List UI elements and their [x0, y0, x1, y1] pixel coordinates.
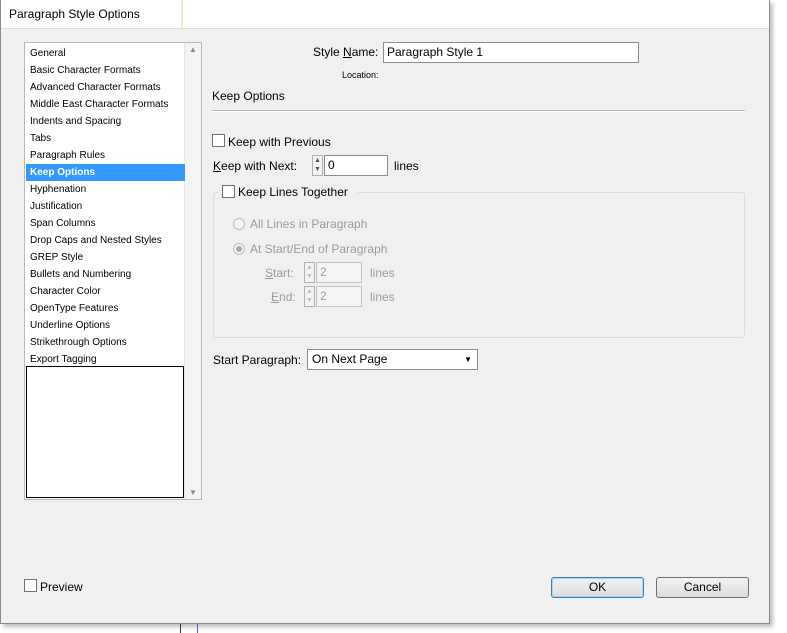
sidebar-item[interactable]: OpenType Features — [26, 300, 185, 317]
sidebar-item[interactable]: Paragraph Rules — [26, 147, 185, 164]
sidebar-item[interactable]: Export Tagging — [26, 351, 185, 368]
sidebar-item[interactable]: Tabs — [26, 130, 185, 147]
keep-with-previous-label: Keep with Previous — [228, 135, 331, 149]
ok-button[interactable]: OK — [551, 577, 644, 598]
sidebar-item[interactable]: Basic Character Formats — [26, 62, 185, 79]
stepper-up-icon[interactable]: ▲ — [306, 264, 313, 272]
keep-with-next-input[interactable]: 0 — [324, 155, 388, 176]
category-list: ▲ ▼ General Basic Character Formats Advanc… — [24, 42, 202, 500]
sidebar-item[interactable]: Span Columns — [26, 215, 185, 232]
scroll-up-icon[interactable]: ▲ — [189, 45, 197, 54]
end-unit: lines — [370, 290, 395, 304]
stepper-up-icon[interactable]: ▲ — [306, 288, 313, 296]
title-bar[interactable]: Paragraph Style Options — [1, 0, 769, 29]
stepper-up-icon[interactable]: ▲ — [314, 157, 321, 165]
sidebar-item[interactable]: Keep Options — [26, 164, 185, 181]
keep-with-next-unit: lines — [394, 159, 419, 173]
keep-with-next-stepper[interactable]: ▲ ▼ — [312, 155, 323, 176]
start-paragraph-select[interactable]: On Next Page ▼ — [307, 349, 478, 370]
start-unit: lines — [370, 266, 395, 280]
list-empty-area — [26, 366, 184, 498]
style-name-label: Style Name: — [313, 45, 379, 59]
keep-lines-together-checkbox[interactable] — [222, 185, 235, 198]
start-input[interactable]: 2 — [316, 262, 362, 283]
keep-lines-together-group — [213, 192, 745, 338]
start-paragraph-label: Start Paragraph: — [213, 353, 302, 367]
start-end-radio[interactable] — [233, 243, 245, 255]
end-stepper[interactable]: ▲ ▼ — [304, 286, 315, 307]
sidebar-item[interactable]: Drop Caps and Nested Styles — [26, 232, 185, 249]
sidebar-item[interactable]: Justification — [26, 198, 185, 215]
list-scrollbar[interactable]: ▲ ▼ — [184, 43, 201, 499]
sidebar-item[interactable]: GREP Style — [26, 249, 185, 266]
stepper-down-icon[interactable]: ▼ — [314, 166, 321, 174]
sidebar-item[interactable]: Bullets and Numbering — [26, 266, 185, 283]
preview-checkbox[interactable] — [24, 579, 37, 592]
stepper-down-icon[interactable]: ▼ — [306, 273, 313, 281]
section-title: Keep Options — [212, 89, 285, 103]
sidebar-item[interactable]: General — [26, 45, 185, 62]
style-name-input[interactable]: Paragraph Style 1 — [383, 42, 639, 63]
start-paragraph-value: On Next Page — [312, 352, 388, 366]
sidebar-item[interactable]: Advanced Character Formats — [26, 79, 185, 96]
keep-with-next-label: Keep with Next: — [213, 159, 298, 173]
sidebar-item[interactable]: Hyphenation — [26, 181, 185, 198]
end-label: End: — [271, 290, 296, 304]
keep-lines-together-label: Keep Lines Together — [238, 185, 348, 199]
sidebar-item[interactable]: Underline Options — [26, 317, 185, 334]
start-stepper[interactable]: ▲ ▼ — [304, 262, 315, 283]
background-line-accent — [197, 624, 198, 633]
end-input[interactable]: 2 — [316, 286, 362, 307]
background-line — [180, 624, 181, 633]
location-label: Location: — [342, 70, 379, 80]
sidebar-item[interactable]: Middle East Character Formats — [26, 96, 185, 113]
paragraph-style-options-dialog: Paragraph Style Options ▲ ▼ General Basic… — [0, 0, 770, 624]
keep-with-previous-checkbox[interactable] — [212, 134, 225, 147]
sidebar-item[interactable]: Strikethrough Options — [26, 334, 185, 351]
sidebar-item[interactable]: Character Color — [26, 283, 185, 300]
sidebar-item[interactable]: Indents and Spacing — [26, 113, 185, 130]
start-label: Start: — [265, 266, 294, 280]
stepper-down-icon[interactable]: ▼ — [306, 297, 313, 305]
all-lines-radio[interactable] — [233, 218, 245, 230]
titlebar-accent — [181, 0, 183, 28]
start-end-label: At Start/End of Paragraph — [250, 242, 388, 256]
scroll-down-icon[interactable]: ▼ — [189, 488, 197, 497]
window-title: Paragraph Style Options — [9, 7, 140, 21]
section-divider — [212, 110, 745, 112]
cancel-button[interactable]: Cancel — [656, 577, 749, 598]
all-lines-label: All Lines in Paragraph — [250, 217, 368, 231]
preview-label: Preview — [40, 580, 83, 594]
chevron-down-icon: ▼ — [464, 355, 472, 364]
